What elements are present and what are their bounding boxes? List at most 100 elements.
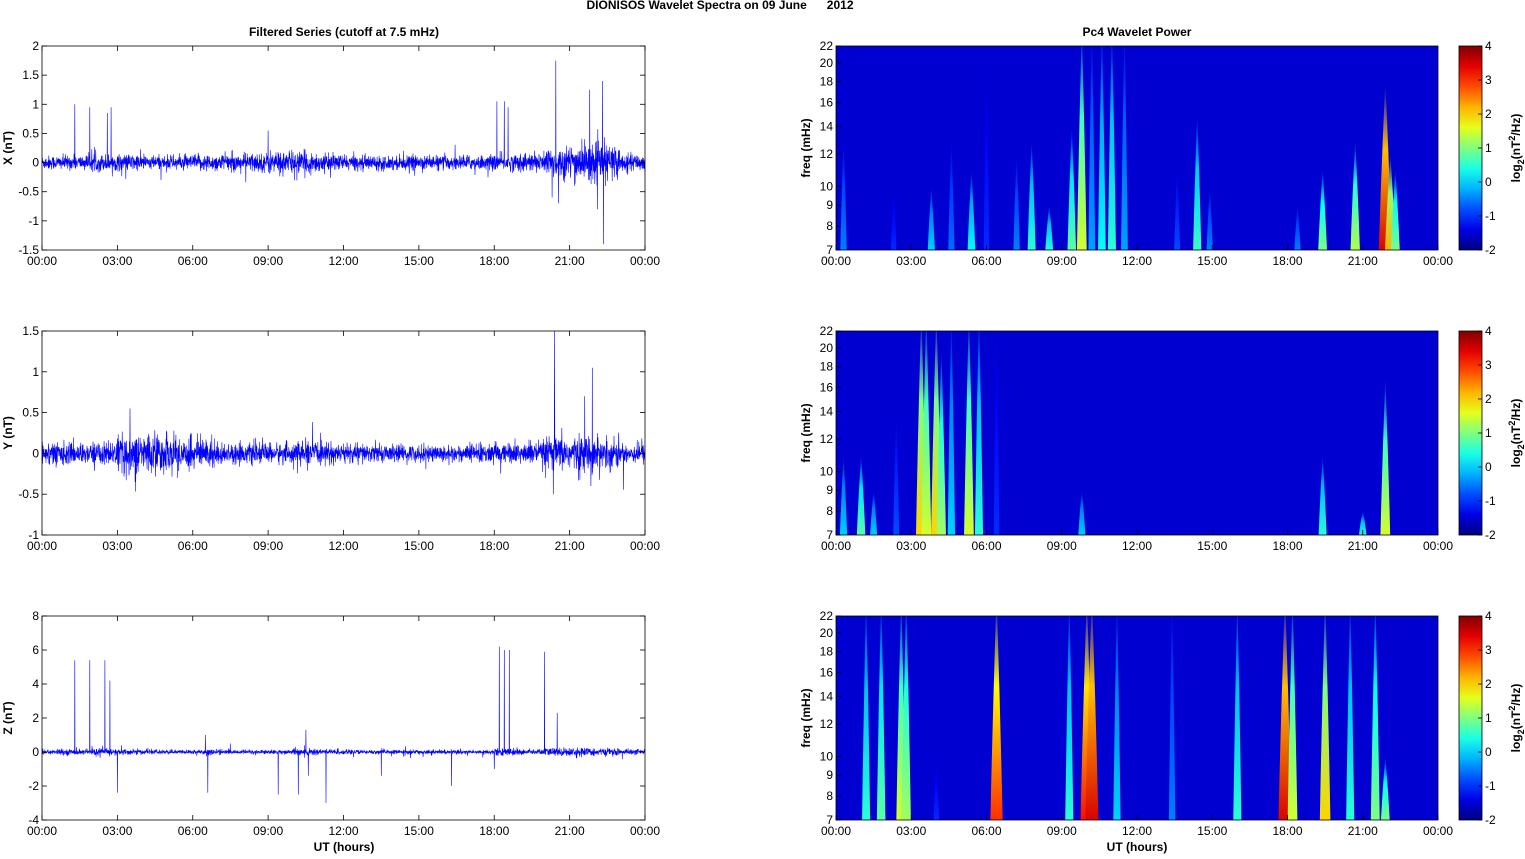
freq-tick-label: 10	[820, 464, 834, 478]
colorbar-tick-label: 1	[1485, 426, 1492, 440]
y-tick-label: 1.5	[22, 68, 39, 82]
colorbar-label-part: (nT	[1509, 140, 1523, 159]
y-tick-label: 4	[32, 677, 39, 691]
colorbar-tick-label: 0	[1485, 460, 1492, 474]
y-tick-label: 1.5	[22, 324, 39, 338]
y-axis-label: X (nT)	[1, 131, 15, 165]
freq-tick-label: 8	[826, 789, 833, 803]
colorbar-label-part: log	[1509, 164, 1523, 182]
x-tick-label: 00:00	[1423, 539, 1453, 553]
x-tick-label: 03:00	[896, 539, 926, 553]
colorbar-tick-label: 1	[1485, 141, 1492, 155]
right-title: Pc4 Wavelet Power	[1083, 25, 1192, 39]
x-tick-label: 21:00	[555, 254, 585, 268]
freq-tick-label: 14	[820, 690, 834, 704]
colorbar-tick-label: -2	[1485, 243, 1496, 257]
x-tick-label: 00:00	[27, 824, 57, 838]
freq-tick-label: 12	[820, 147, 834, 161]
plot-area-Z	[42, 616, 645, 820]
left-title: Filtered Series (cutoff at 7.5 mHz)	[249, 25, 439, 39]
freq-tick-label: 16	[820, 666, 834, 680]
y-tick-label: 6	[32, 643, 39, 657]
y-tick-label: -2	[28, 779, 39, 793]
freq-axis-label: freq (mHz)	[799, 403, 813, 462]
freq-tick-label: 20	[820, 56, 834, 70]
x-tick-label: 06:00	[971, 254, 1001, 268]
x-tick-label: 15:00	[1197, 539, 1227, 553]
y-axis-label: Y (nT)	[1, 416, 15, 450]
colorbar-tick-label: -2	[1485, 813, 1496, 827]
x-tick-label: 18:00	[1272, 254, 1302, 268]
colorbar-tick-label: -1	[1485, 494, 1496, 508]
x-tick-label: 03:00	[102, 824, 132, 838]
colorbar-tick-label: -1	[1485, 209, 1496, 223]
x-tick-label: 00:00	[630, 539, 660, 553]
spectrogram-background-X	[836, 46, 1438, 250]
colorbar-label-part: (nT	[1509, 710, 1523, 729]
x-tick-label: 15:00	[1197, 254, 1227, 268]
freq-tick-label: 10	[820, 749, 834, 763]
colorbar-tick-label: 4	[1485, 39, 1492, 53]
freq-tick-label: 18	[820, 645, 834, 659]
x-tick-label: 06:00	[971, 824, 1001, 838]
freq-tick-label: 16	[820, 96, 834, 110]
y-tick-label: -1	[28, 214, 39, 228]
x-tick-label: 06:00	[178, 824, 208, 838]
x-tick-label: 03:00	[896, 254, 926, 268]
freq-tick-label: 9	[826, 198, 833, 212]
figure-title: DIONISOS Wavelet Spectra on 09 June 2012	[587, 0, 854, 12]
colorbar-tick-label: -1	[1485, 779, 1496, 793]
y-tick-label: 1	[32, 365, 39, 379]
colorbar-tick-label: 2	[1485, 392, 1492, 406]
x-tick-label: 09:00	[1047, 824, 1077, 838]
colorbar-label-part: /Hz)	[1509, 114, 1523, 136]
y-tick-label: 2	[32, 711, 39, 725]
colorbar-label-part: /Hz)	[1509, 684, 1523, 706]
x-tick-label: 00:00	[821, 539, 851, 553]
colorbar-label: log2(nT2/Hz)	[1507, 399, 1525, 468]
x-tick-label: 09:00	[253, 824, 283, 838]
x-tick-label: 21:00	[555, 539, 585, 553]
freq-tick-label: 20	[820, 626, 834, 640]
freq-tick-label: 12	[820, 717, 834, 731]
colorbar-tick-label: 2	[1485, 677, 1492, 691]
x-tick-label: 18:00	[1272, 539, 1302, 553]
y-tick-label: -0.5	[18, 487, 39, 501]
colorbar-tick-label: 4	[1485, 609, 1492, 623]
x-tick-label: 21:00	[555, 824, 585, 838]
x-tick-label: 00:00	[630, 824, 660, 838]
freq-tick-label: 12	[820, 432, 834, 446]
y-tick-label: -0.5	[18, 185, 39, 199]
x-tick-label: 03:00	[896, 824, 926, 838]
left-xlabel: UT (hours)	[314, 840, 375, 854]
colorbar-tick-label: 3	[1485, 358, 1492, 372]
x-tick-label: 00:00	[27, 539, 57, 553]
x-tick-label: 15:00	[404, 824, 434, 838]
freq-tick-label: 18	[820, 75, 834, 89]
colorbar-label-part: log	[1509, 449, 1523, 467]
freq-tick-label: 9	[826, 768, 833, 782]
colorbar-tick-label: 0	[1485, 745, 1492, 759]
x-tick-label: 18:00	[1272, 824, 1302, 838]
x-tick-label: 00:00	[630, 254, 660, 268]
freq-tick-label: 8	[826, 504, 833, 518]
x-tick-label: 09:00	[1047, 254, 1077, 268]
freq-tick-label: 22	[820, 324, 834, 338]
freq-tick-label: 22	[820, 39, 834, 53]
x-tick-label: 21:00	[1348, 254, 1378, 268]
x-tick-label: 06:00	[178, 254, 208, 268]
y-tick-label: 0	[32, 446, 39, 460]
colorbar-label: log2(nT2/Hz)	[1507, 114, 1525, 183]
colorbar-tick-label: 2	[1485, 107, 1492, 121]
freq-tick-label: 8	[826, 219, 833, 233]
x-tick-label: 09:00	[1047, 539, 1077, 553]
x-tick-label: 06:00	[971, 539, 1001, 553]
x-tick-label: 12:00	[1122, 254, 1152, 268]
freq-axis-label: freq (mHz)	[799, 688, 813, 747]
y-tick-label: 0	[32, 156, 39, 170]
x-tick-label: 06:00	[178, 539, 208, 553]
figure: DIONISOS Wavelet Spectra on 09 June 2012…	[1, 0, 1525, 854]
x-tick-label: 09:00	[253, 539, 283, 553]
freq-tick-label: 10	[820, 179, 834, 193]
x-tick-label: 21:00	[1348, 824, 1378, 838]
